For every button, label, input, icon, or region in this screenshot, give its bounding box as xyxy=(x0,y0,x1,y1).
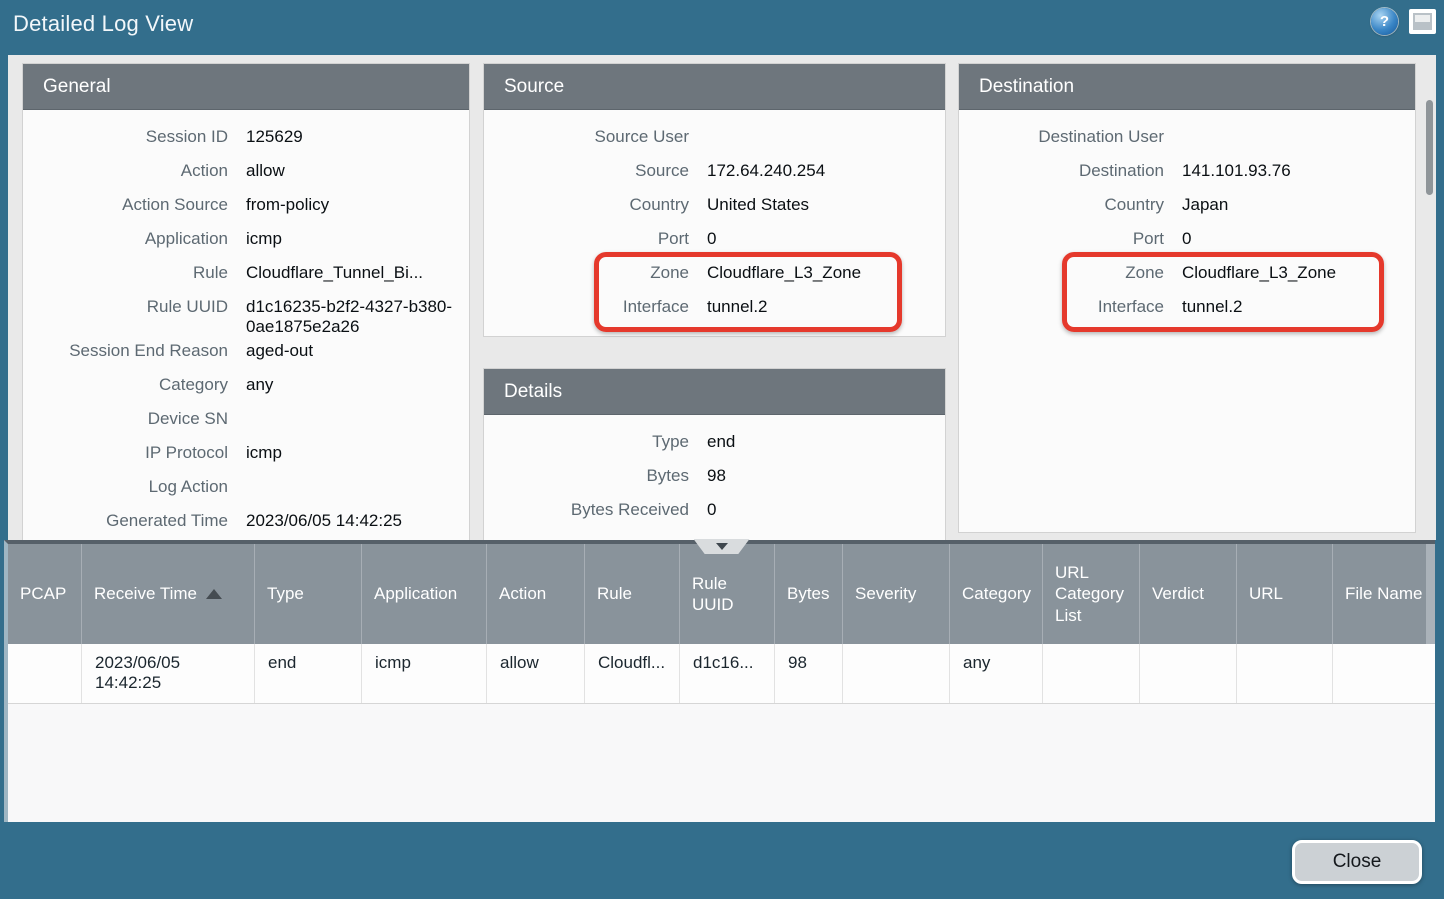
close-button[interactable]: Close xyxy=(1292,840,1422,884)
field-source-interface: Interfacetunnel.2 xyxy=(484,292,945,326)
column-header-rule[interactable]: Rule xyxy=(585,544,680,644)
cell-file-name xyxy=(1333,644,1435,703)
field-source-zone: ZoneCloudflare_L3_Zone xyxy=(484,258,945,292)
field-destination-country: CountryJapan xyxy=(959,190,1415,224)
cell-action: allow xyxy=(487,644,585,703)
cell-severity xyxy=(843,644,950,703)
source-panel: Source Source User Source172.64.240.254 … xyxy=(483,63,946,337)
destination-panel: Destination Destination User Destination… xyxy=(958,63,1416,533)
column-header-verdict[interactable]: Verdict xyxy=(1140,544,1237,644)
column-header-file-name[interactable]: File Name xyxy=(1333,544,1435,644)
field-log-action: Log Action xyxy=(23,472,469,506)
column-header-severity[interactable]: Severity xyxy=(843,544,950,644)
log-detail-panels: General Session ID125629 Actionallow Act… xyxy=(8,55,1436,540)
field-session-id: Session ID125629 xyxy=(23,122,469,156)
help-icon[interactable]: ? xyxy=(1371,8,1398,35)
column-header-url-category-list[interactable]: URL Category List xyxy=(1043,544,1140,644)
column-header-receive-time[interactable]: Receive Time xyxy=(82,544,255,644)
field-rule: RuleCloudflare_Tunnel_Bi... xyxy=(23,258,469,292)
window-icon[interactable] xyxy=(1409,9,1436,34)
field-category: Categoryany xyxy=(23,370,469,404)
field-destination-port: Port0 xyxy=(959,224,1415,258)
column-header-application[interactable]: Application xyxy=(362,544,487,644)
table-row[interactable]: 2023/06/05 14:42:25 end icmp allow Cloud… xyxy=(8,644,1435,704)
column-header-url[interactable]: URL xyxy=(1237,544,1333,644)
general-panel-title: General xyxy=(23,64,469,110)
page-title: Detailed Log View xyxy=(13,11,193,37)
cell-pcap xyxy=(8,644,82,703)
cell-rule-uuid: d1c16... xyxy=(680,644,775,703)
column-header-pcap[interactable]: PCAP xyxy=(8,544,82,644)
field-generated-time: Generated Time2023/06/05 14:42:25 xyxy=(23,506,469,540)
cell-receive-time: 2023/06/05 14:42:25 xyxy=(82,644,255,703)
cell-url-category-list xyxy=(1043,644,1140,703)
field-type: Typeend xyxy=(484,427,945,461)
window-icon-glyph xyxy=(1413,13,1432,30)
field-destination-interface: Interfacetunnel.2 xyxy=(959,292,1415,326)
field-bytes: Bytes98 xyxy=(484,461,945,495)
field-destination-user: Destination User xyxy=(959,122,1415,156)
column-header-category[interactable]: Category xyxy=(950,544,1043,644)
field-destination-zone: ZoneCloudflare_L3_Zone xyxy=(959,258,1415,292)
cell-category: any xyxy=(950,644,1043,703)
field-action: Actionallow xyxy=(23,156,469,190)
field-rule-uuid: Rule UUIDd1c16235-b2f2-4327-b380-0ae1875… xyxy=(23,292,469,336)
column-header-bytes[interactable]: Bytes xyxy=(775,544,843,644)
table-scrollbar-track[interactable] xyxy=(1426,544,1435,644)
column-header-action[interactable]: Action xyxy=(487,544,585,644)
general-panel: General Session ID125629 Actionallow Act… xyxy=(22,63,470,540)
field-source-country: CountryUnited States xyxy=(484,190,945,224)
cell-rule: Cloudfl... xyxy=(585,644,680,703)
cell-bytes: 98 xyxy=(775,644,843,703)
field-action-source: Action Sourcefrom-policy xyxy=(23,190,469,224)
cell-url xyxy=(1237,644,1333,703)
log-table: PCAP Receive Time Type Application Actio… xyxy=(4,540,1435,822)
details-panel-title: Details xyxy=(484,369,945,415)
source-panel-title: Source xyxy=(484,64,945,110)
chevron-down-icon xyxy=(716,543,728,550)
destination-panel-title: Destination xyxy=(959,64,1415,110)
field-application: Applicationicmp xyxy=(23,224,469,258)
details-panel: Details Typeend Bytes98 Bytes Received0 xyxy=(483,368,946,540)
field-ip-protocol: IP Protocolicmp xyxy=(23,438,469,472)
column-header-rule-uuid[interactable]: Rule UUID xyxy=(680,544,775,644)
dialog-titlebar: Detailed Log View ? xyxy=(0,0,1444,55)
sort-ascending-icon xyxy=(206,589,222,599)
field-session-end-reason: Session End Reasonaged-out xyxy=(23,336,469,370)
field-source: Source172.64.240.254 xyxy=(484,156,945,190)
field-destination: Destination141.101.93.76 xyxy=(959,156,1415,190)
cell-type: end xyxy=(255,644,362,703)
field-source-user: Source User xyxy=(484,122,945,156)
cell-application: icmp xyxy=(362,644,487,703)
cell-verdict xyxy=(1140,644,1237,703)
field-source-port: Port0 xyxy=(484,224,945,258)
panels-scrollbar-thumb[interactable] xyxy=(1426,100,1433,195)
field-bytes-received: Bytes Received0 xyxy=(484,495,945,529)
field-device-sn: Device SN xyxy=(23,404,469,438)
log-table-header: PCAP Receive Time Type Application Actio… xyxy=(8,544,1435,644)
column-header-type[interactable]: Type xyxy=(255,544,362,644)
